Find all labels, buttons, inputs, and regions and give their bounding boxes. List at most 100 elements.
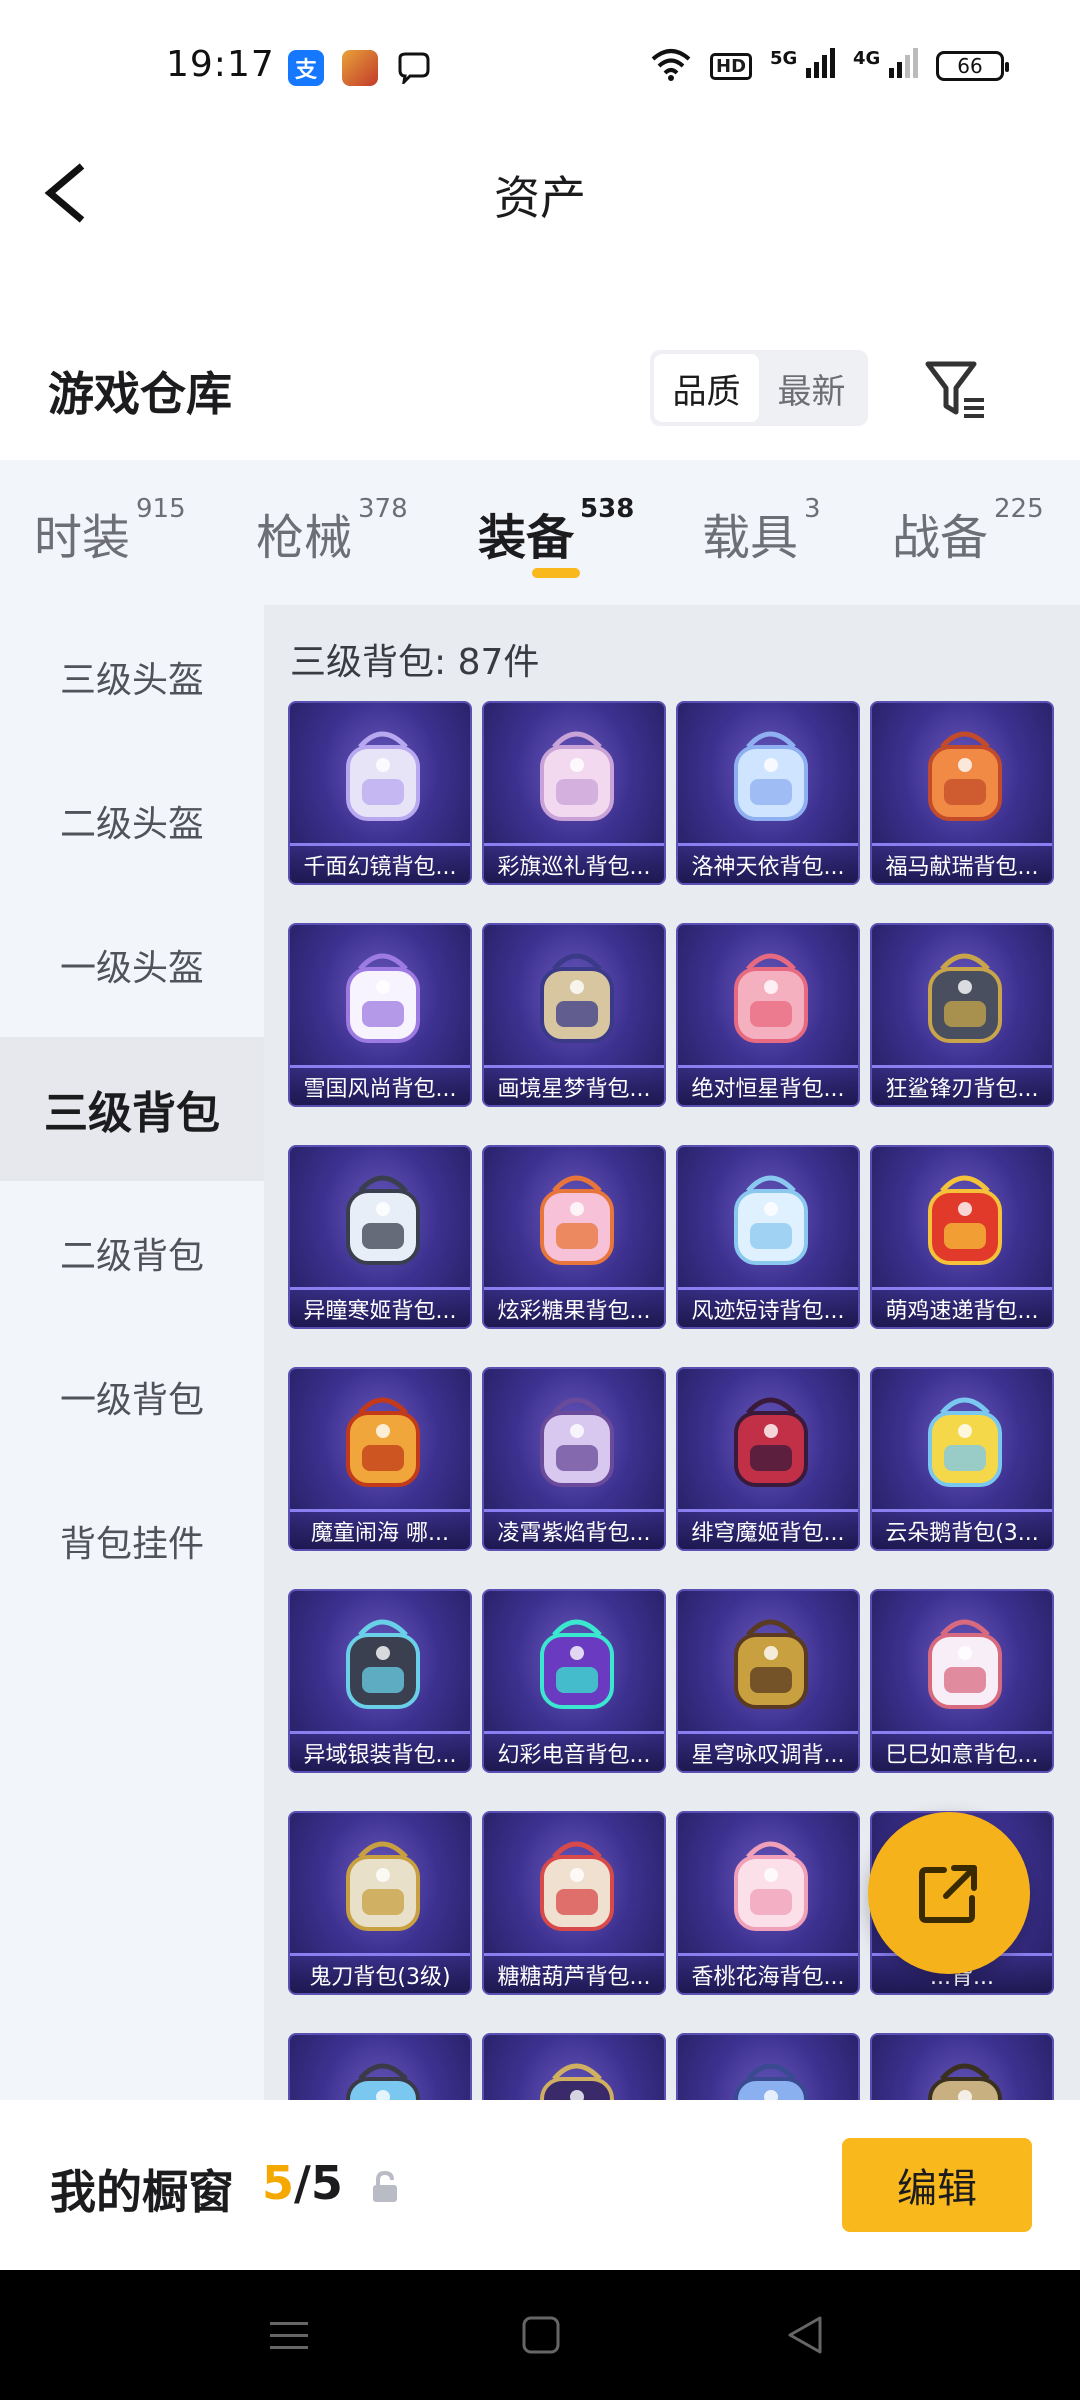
sidebar-item-backpack-charm[interactable]: 背包挂件 — [0, 1469, 264, 1613]
sidebar-item-helmet-3[interactable]: 三级头盔 — [0, 605, 264, 749]
tab-guns[interactable]: 枪械 378 — [256, 494, 408, 568]
share-icon — [919, 1865, 977, 1923]
backpack-icon — [734, 1175, 808, 1265]
tab-label: 装备 — [478, 510, 575, 566]
top-header: 资产 — [0, 140, 1080, 250]
item-name: 香桃花海背包... — [691, 1964, 845, 1990]
item-name: 萌鸡速递背包... — [885, 1298, 1039, 1324]
page-title: 资产 — [494, 171, 586, 225]
sidebar-item-helmet-1[interactable]: 一级头盔 — [0, 893, 264, 1037]
tab-count: 3 — [804, 494, 821, 524]
item-name-strip: 异瞳寒姬背包... — [290, 1287, 470, 1327]
showcase-separator: / — [294, 2156, 311, 2210]
item-card[interactable]: 风迹短诗背包... — [676, 1145, 860, 1329]
item-card[interactable] — [288, 2033, 472, 2100]
item-name-strip: 雪国风尚背包... — [290, 1065, 470, 1105]
tab-label: 时装 — [34, 510, 131, 566]
item-card[interactable]: 狂鲨锋刃背包... — [870, 923, 1054, 1107]
item-card[interactable]: 绝对恒星背包... — [676, 923, 860, 1107]
item-card[interactable]: 绯穹魔姬背包... — [676, 1367, 860, 1551]
backpack-icon — [734, 1397, 808, 1487]
tab-label: 战备 — [892, 510, 989, 566]
item-name: 凌霄紫焰背包... — [497, 1520, 651, 1546]
item-card[interactable]: 糖糖葫芦背包... — [482, 1811, 666, 1995]
item-card[interactable]: 彩旗巡礼背包... — [482, 701, 666, 885]
tab-count: 225 — [994, 494, 1044, 524]
tab-combat-gear[interactable]: 战备 225 — [892, 494, 1044, 568]
item-name-strip: 千面幻镜背包... — [290, 843, 470, 883]
sort-option-quality[interactable]: 品质 — [654, 354, 759, 422]
backpack-icon — [540, 1619, 614, 1709]
item-card[interactable]: 福马献瑞背包... — [870, 701, 1054, 885]
tab-equipment[interactable]: 装备 538 — [478, 494, 634, 568]
chat-bubble-icon — [396, 52, 432, 87]
item-card[interactable]: 魔童闹海 哪... — [288, 1367, 472, 1551]
item-card[interactable]: 巳巳如意背包... — [870, 1589, 1054, 1773]
item-name: 鬼刀背包(3级) — [309, 1964, 451, 1990]
backpack-icon — [734, 1619, 808, 1709]
backpack-icon — [346, 1175, 420, 1265]
system-nav-bar — [0, 2270, 1080, 2400]
item-card[interactable]: 幻彩电音背包... — [482, 1589, 666, 1773]
back-nav-icon[interactable] — [782, 2312, 828, 2358]
sidebar-item-backpack-1[interactable]: 一级背包 — [0, 1325, 264, 1469]
item-card[interactable]: 星穹咏叹调背... — [676, 1589, 860, 1773]
item-name-strip: 风迹短诗背包... — [678, 1287, 858, 1327]
item-card[interactable]: 鬼刀背包(3级) — [288, 1811, 472, 1995]
item-card[interactable]: 云朵鹅背包(3... — [870, 1367, 1054, 1551]
tab-count: 378 — [358, 494, 408, 524]
backpack-icon — [346, 1619, 420, 1709]
backpack-icon — [540, 953, 614, 1043]
backpack-icon — [928, 1619, 1002, 1709]
item-name: 福马献瑞背包... — [885, 854, 1039, 880]
sidebar-item-backpack-3[interactable]: 三级背包 — [0, 1037, 264, 1181]
game-app-icon — [342, 50, 378, 86]
showcase-bar: 我的橱窗 5/5 编辑 — [0, 2100, 1080, 2270]
item-name-strip: 狂鲨锋刃背包... — [872, 1065, 1052, 1105]
signal-4g-icon: 4G — [853, 48, 918, 84]
filter-button[interactable] — [920, 354, 990, 424]
item-card[interactable]: 洛神天依背包... — [676, 701, 860, 885]
sidebar-item-helmet-2[interactable]: 二级头盔 — [0, 749, 264, 893]
sort-option-newest[interactable]: 最新 — [759, 354, 864, 422]
home-icon[interactable] — [518, 2312, 564, 2358]
sidebar-item-backpack-2[interactable]: 二级背包 — [0, 1181, 264, 1325]
item-card[interactable]: 炫彩糖果背包... — [482, 1145, 666, 1329]
item-card[interactable]: 香桃花海背包... — [676, 1811, 860, 1995]
tab-fashion[interactable]: 时装 915 — [34, 494, 186, 568]
backpack-icon — [734, 731, 808, 821]
showcase-current: 5 — [262, 2156, 295, 2210]
item-card[interactable]: 萌鸡速递背包... — [870, 1145, 1054, 1329]
sort-toggle: 品质 最新 — [650, 350, 868, 426]
item-card[interactable]: 千面幻镜背包... — [288, 701, 472, 885]
item-card[interactable] — [676, 2033, 860, 2100]
active-tab-indicator — [532, 568, 580, 578]
item-card[interactable] — [870, 2033, 1054, 2100]
item-name: 异域银装背包... — [303, 1742, 457, 1768]
item-card[interactable]: 画境星梦背包... — [482, 923, 666, 1107]
lock-icon — [373, 2170, 397, 2202]
item-name: 洛神天依背包... — [691, 854, 845, 880]
item-name-strip: 萌鸡速递背包... — [872, 1287, 1052, 1327]
item-card[interactable]: 异瞳寒姬背包... — [288, 1145, 472, 1329]
item-card[interactable]: 雪国风尚背包... — [288, 923, 472, 1107]
item-card[interactable]: 凌霄紫焰背包... — [482, 1367, 666, 1551]
item-name: 狂鲨锋刃背包... — [885, 1076, 1039, 1102]
item-name: 异瞳寒姬背包... — [303, 1298, 457, 1324]
battery-level: 66 — [957, 54, 983, 78]
backpack-icon — [346, 731, 420, 821]
item-name-strip: 彩旗巡礼背包... — [484, 843, 664, 883]
menu-icon[interactable] — [266, 2312, 312, 2358]
tab-vehicles[interactable]: 载具 3 — [702, 494, 821, 568]
item-name-strip: 糖糖葫芦背包... — [484, 1953, 664, 1993]
backpack-icon — [928, 2063, 1002, 2100]
share-fab[interactable] — [868, 1812, 1030, 1974]
item-name-strip: 鬼刀背包(3级) — [290, 1953, 470, 1993]
tab-count: 915 — [136, 494, 186, 524]
item-card[interactable] — [482, 2033, 666, 2100]
edit-button[interactable]: 编辑 — [842, 2138, 1032, 2232]
wifi-icon — [650, 47, 692, 85]
backpack-icon — [734, 2063, 808, 2100]
item-name-strip: 福马献瑞背包... — [872, 843, 1052, 883]
item-card[interactable]: 异域银装背包... — [288, 1589, 472, 1773]
